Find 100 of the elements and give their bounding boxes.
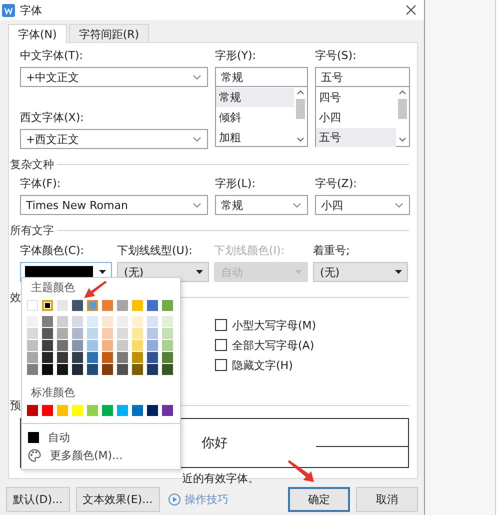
dialog-button[interactable]: 确定 xyxy=(288,487,350,512)
color-swatch[interactable] xyxy=(42,316,53,326)
list-item[interactable]: 小四 xyxy=(316,108,396,127)
color-swatch[interactable] xyxy=(87,352,98,362)
color-swatch[interactable] xyxy=(87,328,98,338)
color-swatch[interactable] xyxy=(132,352,143,362)
color-swatch[interactable] xyxy=(57,405,68,416)
dropdown[interactable]: +中文正文 xyxy=(20,67,208,87)
list-item[interactable]: 加粗 xyxy=(216,128,294,147)
color-swatch[interactable] xyxy=(87,405,98,416)
dropdown[interactable]: 小四 xyxy=(315,195,410,215)
color-swatch[interactable] xyxy=(27,352,38,362)
color-swatch[interactable] xyxy=(102,340,113,350)
dropdown[interactable]: +西文正文 xyxy=(20,129,208,149)
color-swatch[interactable] xyxy=(162,300,173,311)
list-item[interactable]: 倾斜 xyxy=(216,108,294,127)
color-swatch[interactable] xyxy=(117,405,128,416)
color-swatch[interactable] xyxy=(147,300,158,311)
color-swatch[interactable] xyxy=(147,340,158,350)
color-swatch[interactable] xyxy=(162,316,173,326)
color-swatch[interactable] xyxy=(27,340,38,350)
color-swatch[interactable] xyxy=(162,340,173,350)
input-field[interactable]: 五号 xyxy=(315,67,410,87)
menu-item[interactable]: 更多颜色(M)... xyxy=(22,446,180,464)
color-swatch[interactable] xyxy=(132,405,143,416)
list-item[interactable]: 五号 xyxy=(316,128,396,147)
color-swatch[interactable] xyxy=(117,316,128,326)
color-swatch[interactable] xyxy=(42,352,53,362)
color-swatch[interactable] xyxy=(72,340,83,350)
color-swatch[interactable] xyxy=(117,340,128,350)
color-swatch[interactable] xyxy=(102,328,113,338)
color-swatch[interactable] xyxy=(102,316,113,326)
dialog-button[interactable]: 默认(D)... xyxy=(6,487,70,512)
color-swatch[interactable] xyxy=(132,316,143,326)
field-label: 字号(Z): xyxy=(315,177,358,191)
color-swatch[interactable] xyxy=(132,328,143,338)
color-swatch[interactable] xyxy=(87,364,98,374)
color-swatch[interactable] xyxy=(27,316,38,326)
color-swatch[interactable] xyxy=(57,316,68,326)
checkbox[interactable] xyxy=(215,319,227,331)
color-swatch[interactable] xyxy=(162,328,173,338)
dropdown[interactable]: (无) xyxy=(313,262,408,282)
color-swatch[interactable] xyxy=(27,328,38,338)
tab[interactable]: 字符间距(R) xyxy=(68,24,150,42)
dropdown[interactable]: 常规 xyxy=(215,195,308,215)
color-swatch[interactable] xyxy=(57,352,68,362)
color-swatch[interactable] xyxy=(87,316,98,326)
color-swatch[interactable] xyxy=(132,300,143,311)
color-swatch[interactable] xyxy=(42,300,53,311)
color-swatch[interactable] xyxy=(162,405,173,416)
dropdown[interactable]: Times New Roman xyxy=(20,195,208,215)
color-swatch[interactable] xyxy=(162,364,173,374)
color-swatch[interactable] xyxy=(72,300,83,311)
color-swatch[interactable] xyxy=(147,316,158,326)
color-swatch[interactable] xyxy=(42,364,53,374)
color-swatch[interactable] xyxy=(102,364,113,374)
color-swatch[interactable] xyxy=(57,340,68,350)
color-swatch[interactable] xyxy=(57,364,68,374)
tab[interactable]: 字体(N) xyxy=(8,24,67,43)
checkbox-label[interactable]: 小型大写字母(M) xyxy=(232,318,316,332)
checkbox-label[interactable]: 隐藏文字(H) xyxy=(232,358,293,372)
color-swatch[interactable] xyxy=(57,328,68,338)
checkbox-label[interactable]: 全部大写字母(A) xyxy=(232,338,314,352)
color-swatch[interactable] xyxy=(102,300,113,311)
color-swatch[interactable] xyxy=(132,340,143,350)
list-item[interactable]: 常规 xyxy=(216,88,294,107)
color-swatch[interactable] xyxy=(102,352,113,362)
color-swatch[interactable] xyxy=(27,364,38,374)
color-swatch[interactable] xyxy=(57,300,68,311)
color-swatch[interactable] xyxy=(132,364,143,374)
color-swatch[interactable] xyxy=(27,405,38,416)
color-swatch[interactable] xyxy=(87,340,98,350)
checkbox[interactable] xyxy=(215,359,227,371)
color-swatch[interactable] xyxy=(72,364,83,374)
color-swatch[interactable] xyxy=(162,352,173,362)
color-swatch[interactable] xyxy=(147,352,158,362)
checkbox[interactable] xyxy=(215,339,227,351)
color-swatch[interactable] xyxy=(117,352,128,362)
color-swatch[interactable] xyxy=(117,364,128,374)
input-field[interactable]: 常规 xyxy=(215,67,308,87)
color-swatch[interactable] xyxy=(72,316,83,326)
color-swatch[interactable] xyxy=(42,340,53,350)
dialog-button[interactable]: 取消 xyxy=(356,487,418,512)
color-swatch[interactable] xyxy=(147,364,158,374)
close-icon[interactable] xyxy=(406,5,416,15)
color-swatch[interactable] xyxy=(87,300,98,311)
color-swatch[interactable] xyxy=(72,405,83,416)
color-swatch[interactable] xyxy=(72,328,83,338)
triangle-down-icon xyxy=(395,270,402,274)
color-swatch[interactable] xyxy=(102,405,113,416)
color-swatch[interactable] xyxy=(42,328,53,338)
color-swatch[interactable] xyxy=(72,352,83,362)
color-swatch[interactable] xyxy=(117,328,128,338)
color-swatch[interactable] xyxy=(42,405,53,416)
list-item[interactable]: 四号 xyxy=(316,88,396,107)
dialog-button[interactable]: 文本效果(E)... xyxy=(76,487,160,512)
color-swatch[interactable] xyxy=(147,405,158,416)
color-swatch[interactable] xyxy=(117,300,128,311)
menu-item[interactable]: 自动 xyxy=(22,428,180,446)
color-swatch[interactable] xyxy=(147,328,158,338)
